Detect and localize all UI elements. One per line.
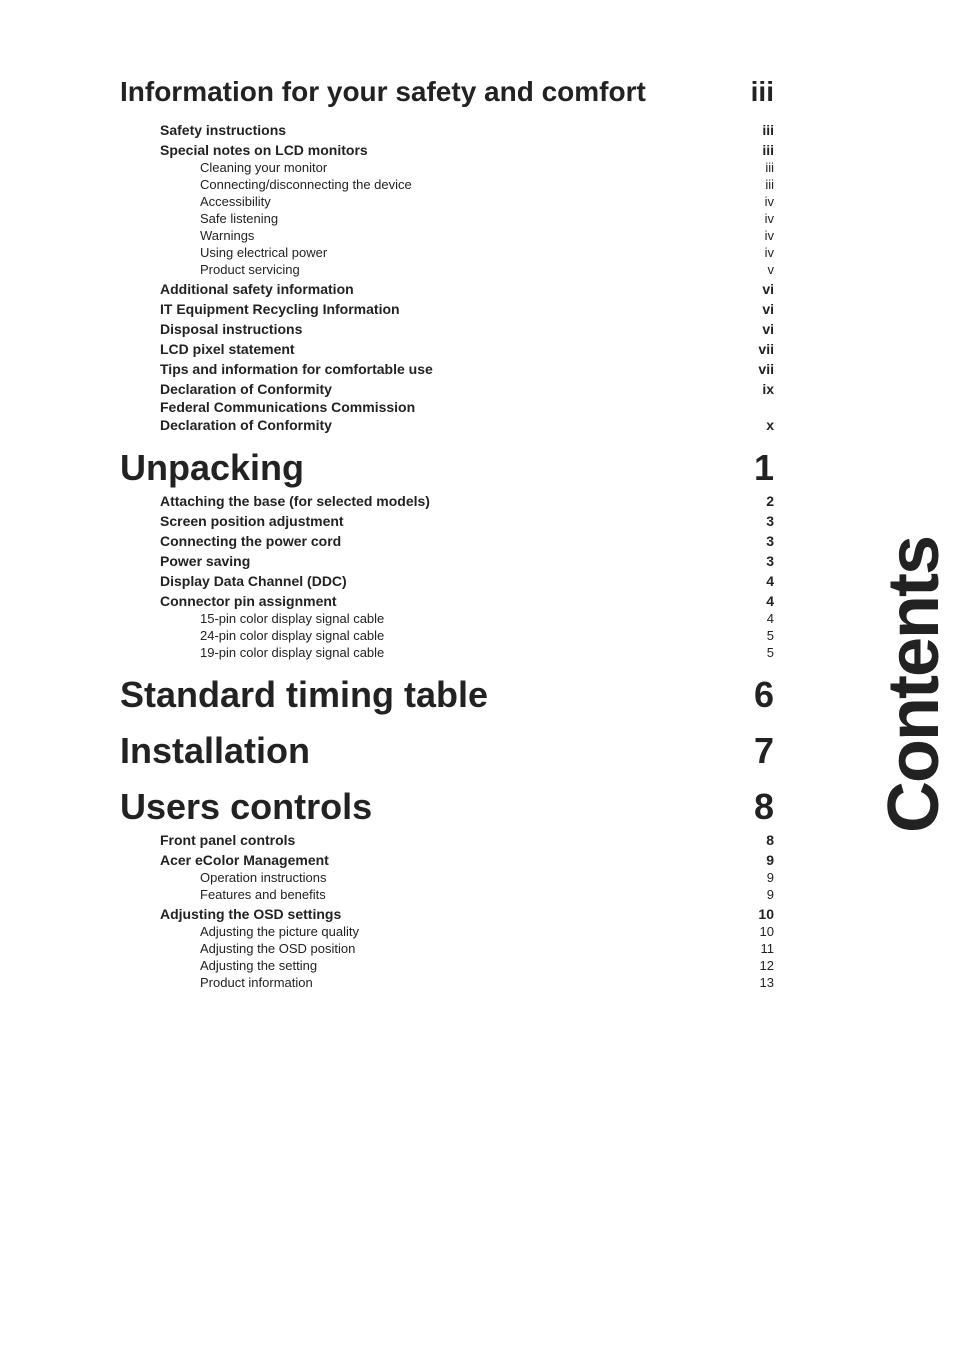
toc-item-osd-settings: Adjusting the OSD settings 10 <box>120 906 774 922</box>
toc-item-accessibility: Accessibility iv <box>120 194 774 209</box>
toc-item-24pin: 24-pin color display signal cable 5 <box>120 628 774 643</box>
toc-item-ddc: Display Data Channel (DDC) 4 <box>120 573 774 589</box>
heading-installation: Installation <box>120 730 310 772</box>
page-container: Information for your safety and comfort … <box>0 0 954 1051</box>
toc-item-additional-safety: Additional safety information vi <box>120 281 774 297</box>
contents-sidebar: Contents <box>874 0 954 1369</box>
toc-item-safe-listening: Safe listening iv <box>120 211 774 226</box>
toc-item-tips: Tips and information for comfortable use… <box>120 361 774 377</box>
section-users-controls: Users controls 8 <box>120 786 774 828</box>
toc-item-19pin: 19-pin color display signal cable 5 <box>120 645 774 660</box>
section-timing: Standard timing table 6 <box>120 674 774 716</box>
toc-item-product-servicing: Product servicing v <box>120 262 774 277</box>
heading-timing: Standard timing table <box>120 674 488 716</box>
toc-item-special-notes: Special notes on LCD monitors iii <box>120 142 774 158</box>
page-timing: 6 <box>744 674 774 716</box>
toc-item-operation-instructions: Operation instructions 9 <box>120 870 774 885</box>
section-installation: Installation 7 <box>120 730 774 772</box>
heading-users-controls: Users controls <box>120 786 372 828</box>
toc-item-front-panel: Front panel controls 8 <box>120 832 774 848</box>
page-unpacking: 1 <box>744 447 774 489</box>
toc-item-osd-position: Adjusting the OSD position 11 <box>120 941 774 956</box>
toc-item-power-saving: Power saving 3 <box>120 553 774 569</box>
toc-item-picture-quality: Adjusting the picture quality 10 <box>120 924 774 939</box>
toc-item-safety-instructions: Safety instructions iii <box>120 122 774 138</box>
toc-item-attaching-base: Attaching the base (for selected models)… <box>120 493 774 509</box>
page-users-controls: 8 <box>744 786 774 828</box>
toc-item-ecolor: Acer eColor Management 9 <box>120 852 774 868</box>
section-info-safety: Information for your safety and comfort … <box>120 60 774 114</box>
section-heading-safety: Information for your safety and comfort <box>120 76 646 108</box>
toc-item-features-benefits: Features and benefits 9 <box>120 887 774 902</box>
toc-item-connector: Connector pin assignment 4 <box>120 593 774 609</box>
toc-item-lcd-pixel: LCD pixel statement vii <box>120 341 774 357</box>
toc-item-electrical: Using electrical power iv <box>120 245 774 260</box>
toc-item-product-info: Product information 13 <box>120 975 774 990</box>
toc-item-fcc-line2: Declaration of Conformity x <box>120 417 774 433</box>
toc-item-screen-position: Screen position adjustment 3 <box>120 513 774 529</box>
contents-label: Contents <box>873 537 954 833</box>
heading-unpacking: Unpacking <box>120 447 304 489</box>
toc-item-declaration: Declaration of Conformity ix <box>120 381 774 397</box>
toc-item-fcc-line1: Federal Communications Commission x <box>120 399 774 415</box>
toc-item-warnings: Warnings iv <box>120 228 774 243</box>
page-installation: 7 <box>744 730 774 772</box>
section-unpacking: Unpacking 1 <box>120 447 774 489</box>
toc-item-15pin: 15-pin color display signal cable 4 <box>120 611 774 626</box>
toc-item-cleaning: Cleaning your monitor iii <box>120 160 774 175</box>
toc-item-connecting: Connecting/disconnecting the device iii <box>120 177 774 192</box>
section-page-safety: iii <box>744 76 774 108</box>
toc-item-recycling: IT Equipment Recycling Information vi <box>120 301 774 317</box>
toc-item-adjusting-setting: Adjusting the setting 12 <box>120 958 774 973</box>
toc-item-disposal: Disposal instructions vi <box>120 321 774 337</box>
toc-item-power-cord: Connecting the power cord 3 <box>120 533 774 549</box>
